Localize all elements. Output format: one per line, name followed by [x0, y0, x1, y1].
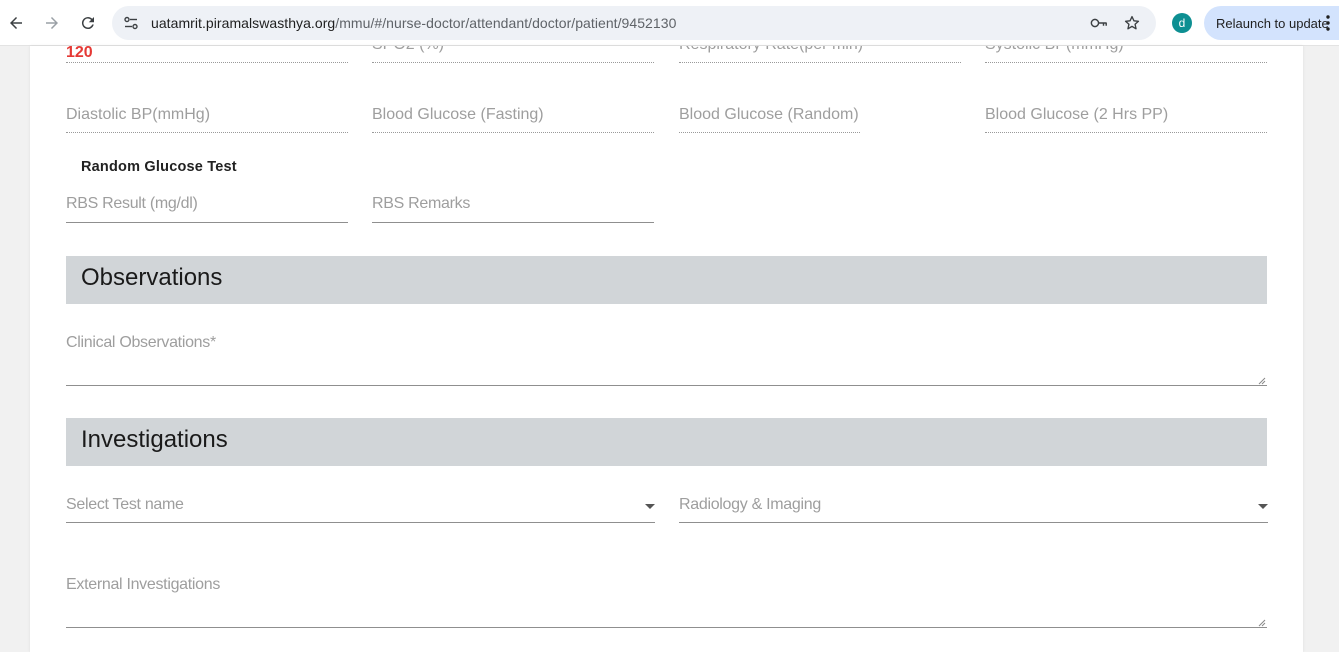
investigations-header: Investigations	[66, 418, 1267, 466]
arrow-right-icon	[46, 17, 58, 29]
systolic-bp-field[interactable]: Systolic BP(mmHg)	[985, 46, 1267, 66]
rbs-remarks-field[interactable]: RBS Remarks	[372, 194, 654, 224]
diastolic-bp-field[interactable]: Diastolic BP(mmHg)	[66, 104, 348, 134]
select-test-name-dropdown[interactable]: Select Test name	[66, 494, 655, 524]
select-test-name-label: Select Test name	[66, 496, 184, 513]
more-vert-icon[interactable]	[1324, 14, 1332, 32]
spo2-label: SPO2 (%)	[372, 46, 444, 54]
arrow-left-icon	[10, 17, 22, 29]
respiratory-rate-label: Respiratory Rate(per min)	[679, 46, 863, 54]
spo2-field[interactable]: SPO2 (%)	[372, 46, 654, 66]
rbs-remarks-label: RBS Remarks	[372, 195, 471, 212]
forward-button[interactable]	[38, 9, 66, 37]
resize-handle-icon[interactable]	[1258, 377, 1266, 385]
blood-glucose-random-label: Blood Glucose (Random)	[679, 106, 859, 123]
observations-header: Observations	[66, 256, 1267, 304]
systolic-bp-label: Systolic BP(mmHg)	[985, 46, 1124, 54]
external-investigations-label: External Investigations	[66, 576, 221, 593]
respiratory-rate-field[interactable]: Respiratory Rate(per min)	[679, 46, 961, 66]
pulse-field[interactable]: 120	[30, 46, 348, 66]
blood-glucose-fasting-label: Blood Glucose (Fasting)	[372, 106, 544, 123]
url-path: /mmu/#/nurse-doctor/attendant/doctor/pat…	[335, 15, 677, 31]
reload-icon	[81, 17, 94, 30]
browser-toolbar: uatamrit.piramalswasthya.org/mmu/#/nurse…	[0, 0, 1339, 46]
blood-glucose-pp-label: Blood Glucose (2 Hrs PP)	[985, 106, 1169, 123]
blood-glucose-fasting-field[interactable]: Blood Glucose (Fasting)	[372, 104, 654, 134]
clinical-observations-textarea[interactable]: Clinical Observations*	[66, 332, 1267, 387]
blood-glucose-random-field[interactable]: Blood Glucose (Random)	[679, 104, 860, 134]
investigations-title: Investigations	[81, 426, 228, 453]
key-icon[interactable]	[1090, 14, 1108, 32]
rbs-result-field[interactable]: RBS Result (mg/dl)	[66, 194, 348, 224]
resize-handle-icon[interactable]	[1258, 619, 1266, 627]
radiology-imaging-dropdown[interactable]: Radiology & Imaging	[679, 494, 1268, 524]
bookmark-star-icon[interactable]	[1123, 14, 1141, 32]
profile-avatar[interactable]: d	[1172, 13, 1192, 33]
url-host: uatamrit.piramalswasthya.org	[151, 15, 336, 31]
back-button[interactable]	[2, 9, 30, 37]
site-settings-icon[interactable]	[122, 14, 140, 32]
reload-button[interactable]	[74, 9, 102, 37]
relaunch-label: Relaunch to update	[1216, 16, 1329, 31]
url-text: uatamrit.piramalswasthya.org/mmu/#/nurse…	[151, 15, 676, 31]
random-glucose-title: Random Glucose Test	[81, 159, 237, 175]
rbs-result-label: RBS Result (mg/dl)	[66, 195, 198, 212]
address-bar[interactable]: uatamrit.piramalswasthya.org/mmu/#/nurse…	[112, 6, 1156, 40]
chevron-down-icon	[1258, 504, 1268, 509]
clinical-observations-label: Clinical Observations*	[66, 334, 216, 351]
blood-glucose-pp-field[interactable]: Blood Glucose (2 Hrs PP)	[985, 104, 1267, 134]
chevron-down-icon	[645, 504, 655, 509]
observations-title: Observations	[81, 264, 223, 291]
diastolic-bp-label: Diastolic BP(mmHg)	[66, 106, 211, 123]
relaunch-button[interactable]: Relaunch to update	[1204, 6, 1339, 40]
pulse-value: 120	[66, 46, 93, 61]
external-investigations-textarea[interactable]: External Investigations	[66, 574, 1267, 629]
page-content: 120 SPO2 (%) Respiratory Rate(per min) S…	[30, 46, 1303, 652]
radiology-imaging-label: Radiology & Imaging	[679, 496, 821, 513]
